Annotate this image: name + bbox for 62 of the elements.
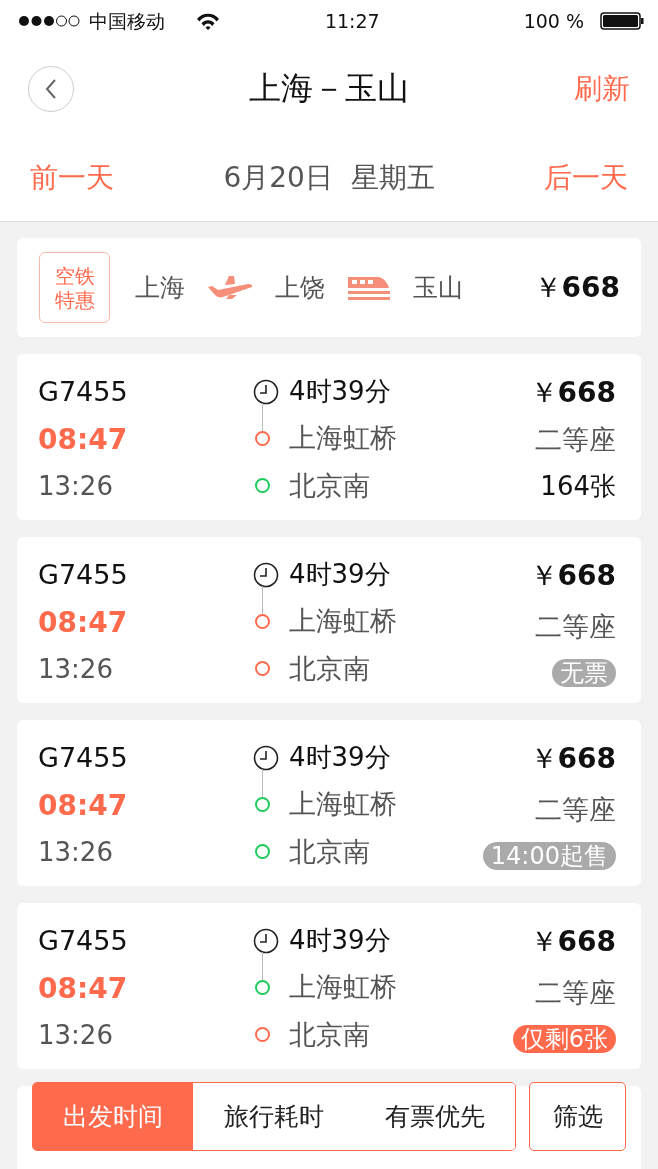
city-name: 上海	[135, 271, 185, 304]
train-number: G7455	[38, 376, 128, 407]
arrival-station: 北京南	[289, 651, 370, 686]
departure-station: 上海虹桥	[289, 604, 397, 638]
train-card[interactable]: G7455 08:47 13:26 4时39分 上海虹桥 北京南 ￥668 二等座 无票	[17, 537, 641, 703]
clock-icon	[253, 744, 279, 771]
price-label: ￥668	[529, 925, 616, 958]
filter-button[interactable]: 筛选	[529, 1082, 626, 1151]
departure-time: 08:47	[38, 971, 128, 1005]
clock-icon	[253, 561, 279, 588]
price-label: ￥668	[529, 559, 616, 592]
clock-icon	[253, 927, 279, 954]
city-name: 玉山	[413, 271, 463, 304]
price-label: ￥668	[533, 269, 620, 306]
signal-icon	[18, 14, 81, 28]
status-badge: 无票	[552, 659, 616, 687]
travel-duration: 4时39分	[289, 558, 391, 591]
train-number: G7455	[38, 925, 128, 956]
travel-duration: 4时39分	[289, 924, 391, 957]
arrival-time: 13:26	[38, 1020, 113, 1050]
carrier-name: 中国移动	[89, 8, 165, 34]
departure-time: 08:47	[38, 605, 128, 639]
wifi-icon	[195, 11, 221, 31]
arrival-station: 北京南	[289, 834, 370, 869]
train-card[interactable]: G7455 08:47 13:26 4时39分 上海虹桥 北京南 ￥668 二等座 164张	[17, 354, 641, 520]
departure-time: 08:47	[38, 422, 128, 456]
train-card[interactable]: G7455 08:47 13:26 4时39分 上海虹桥 北京南 ￥668 二等座 仅剩6张	[17, 903, 641, 1069]
travel-duration: 4时39分	[289, 375, 391, 408]
arrival-station: 北京南	[289, 468, 370, 503]
train-card[interactable]: G7455 08:47 13:26 4时39分 上海虹桥 北京南 ￥668 二等座 14:00起售	[17, 720, 641, 886]
departure-station: 上海虹桥	[289, 421, 397, 455]
clock-time: 11:27	[324, 9, 380, 32]
status-badge: 仅剩6张	[512, 1025, 616, 1053]
clock-icon	[253, 378, 279, 405]
promo-badge: 空铁特惠	[39, 252, 110, 323]
travel-duration: 4时39分	[289, 741, 391, 774]
battery-percent: 100 %	[523, 8, 584, 34]
arrival-time: 13:26	[38, 654, 113, 684]
seat-class: 二等座	[535, 610, 616, 642]
city-name: 上饶	[275, 271, 325, 304]
promo-card[interactable]: 空铁特惠 上海 上饶 玉山 ￥668	[17, 238, 641, 337]
departure-station: 上海虹桥	[289, 787, 397, 821]
train-number: G7455	[38, 559, 128, 590]
arrival-time: 13:26	[38, 837, 113, 867]
price-label: ￥668	[529, 742, 616, 775]
departure-station: 上海虹桥	[289, 970, 397, 1004]
battery-icon	[600, 12, 644, 30]
date-label: 6月20日 星期五	[223, 160, 435, 196]
status-badge: 14:00起售	[482, 842, 616, 870]
arrival-time: 13:26	[38, 471, 113, 501]
train-number: G7455	[38, 742, 128, 773]
train-icon	[347, 274, 391, 301]
price-label: ￥668	[529, 376, 616, 409]
seat-class: 二等座	[535, 793, 616, 825]
airplane-icon	[207, 274, 253, 301]
seat-class: 二等座	[535, 976, 616, 1008]
page-title: 上海－玉山	[249, 69, 409, 107]
ticket-count: 164张	[540, 471, 616, 501]
back-button[interactable]	[28, 65, 74, 112]
arrival-station: 北京南	[289, 1017, 370, 1052]
departure-time: 08:47	[38, 788, 128, 822]
seat-class: 二等座	[535, 424, 616, 456]
